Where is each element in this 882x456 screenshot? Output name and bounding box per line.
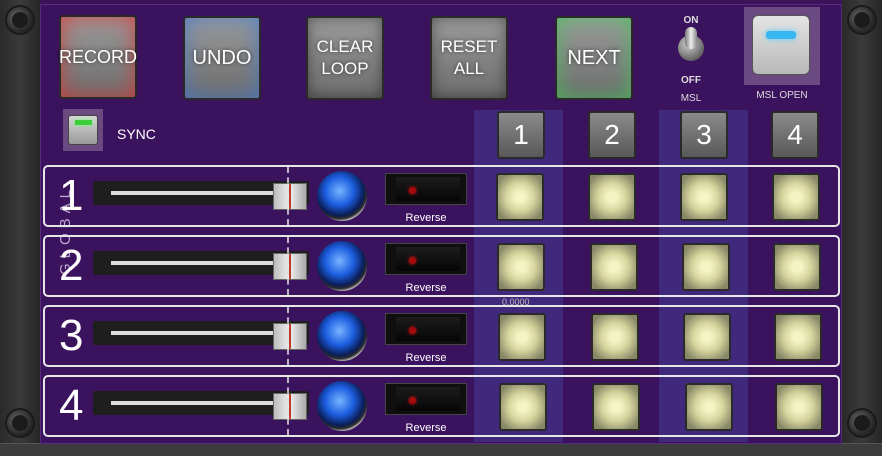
reverse-switch[interactable] <box>385 173 467 205</box>
clear-loop-label-1: CLEAR <box>316 37 374 56</box>
module-rack: GLOBAL RECORD UNDO CLEAR LOOP RESET ALL NE… <box>0 0 882 456</box>
blue-led-icon <box>317 171 367 221</box>
reverse-switch[interactable] <box>385 383 467 415</box>
pad-4-3[interactable] <box>685 383 733 431</box>
pad-4-4[interactable] <box>775 383 823 431</box>
msl-open-led-icon <box>766 31 796 39</box>
msl-open-button[interactable] <box>752 15 810 75</box>
clear-loop-button[interactable]: CLEAR LOOP <box>306 16 384 100</box>
blue-led-icon <box>317 311 367 361</box>
reverse-switch-body <box>396 317 460 341</box>
pad-3-2[interactable] <box>591 313 639 361</box>
column-header-4[interactable]: 4 <box>771 111 819 159</box>
dashed-marker <box>287 237 289 295</box>
next-label: NEXT <box>567 47 621 69</box>
sync-label: SYNC <box>117 126 156 142</box>
track-level-slider[interactable] <box>93 391 309 420</box>
track-number: 1 <box>59 171 84 220</box>
reverse-label: Reverse <box>405 282 447 294</box>
bottom-bar <box>0 443 882 456</box>
clear-loop-label-2: LOOP <box>321 59 369 78</box>
reverse-switch-body <box>396 177 460 201</box>
sync-led-icon <box>75 120 92 125</box>
slider-groove <box>111 191 283 195</box>
reverse-label: Reverse <box>405 352 447 364</box>
track-number: 2 <box>59 241 84 290</box>
reset-all-button[interactable]: RESET ALL <box>430 16 508 100</box>
reverse-switch-body <box>396 247 460 271</box>
blue-led-icon <box>317 241 367 291</box>
rack-screw-icon <box>7 410 33 436</box>
msl-open-bezel <box>744 7 820 85</box>
blue-led-icon <box>317 381 367 431</box>
reset-all-label-1: RESET <box>440 37 498 56</box>
slider-knob[interactable] <box>273 253 307 280</box>
dashed-marker <box>287 167 289 225</box>
pad-2-3[interactable] <box>682 243 730 291</box>
slider-groove <box>111 331 283 335</box>
pad-3-3[interactable] <box>683 313 731 361</box>
rack-screw-icon <box>849 7 875 33</box>
sync-bezel <box>63 109 103 151</box>
column-header-2[interactable]: 2 <box>588 111 636 159</box>
undo-button[interactable]: UNDO <box>183 16 261 100</box>
red-dot-icon <box>409 187 416 194</box>
undo-label: UNDO <box>192 47 252 69</box>
reverse-label: Reverse <box>405 212 447 224</box>
slider-groove <box>111 261 283 265</box>
red-dot-icon <box>409 397 416 404</box>
pad-1-3[interactable] <box>680 173 728 221</box>
next-button[interactable]: NEXT <box>555 16 633 100</box>
rack-screw-icon <box>7 7 33 33</box>
track-level-slider[interactable] <box>93 181 309 210</box>
pad-2-1[interactable] <box>497 243 545 291</box>
track-number: 3 <box>59 311 84 360</box>
msl-toggle-switch[interactable]: ON OFF <box>673 13 709 86</box>
track-row-4: 4 Reverse <box>43 375 840 437</box>
msl-off-label: OFF <box>681 75 701 86</box>
reverse-label: Reverse <box>405 422 447 434</box>
reverse-switch[interactable] <box>385 243 467 275</box>
slider-knob[interactable] <box>273 183 307 210</box>
track-row-2: 2 Reverse <box>43 235 840 297</box>
reverse-switch[interactable] <box>385 313 467 345</box>
pad-1-2[interactable] <box>588 173 636 221</box>
rack-screw-icon <box>849 410 875 436</box>
track-level-slider[interactable] <box>93 251 309 280</box>
looper-panel: GLOBAL RECORD UNDO CLEAR LOOP RESET ALL NE… <box>40 4 842 444</box>
pad-1-4[interactable] <box>772 173 820 221</box>
column-header-1[interactable]: 1 <box>497 111 545 159</box>
slider-groove <box>111 401 283 405</box>
reverse-switch-body <box>396 387 460 411</box>
slider-knob[interactable] <box>273 393 307 420</box>
pad-4-1[interactable] <box>499 383 547 431</box>
sync-button[interactable] <box>68 115 98 145</box>
pad-4-2[interactable] <box>592 383 640 431</box>
record-label: RECORD <box>59 47 138 67</box>
track-row-1: 1 Reverse <box>43 165 840 227</box>
pad-1-1[interactable] <box>496 173 544 221</box>
track-level-slider[interactable] <box>93 321 309 350</box>
dashed-marker <box>287 377 289 435</box>
msl-open-label: MSL OPEN <box>756 90 808 101</box>
record-button[interactable]: RECORD <box>59 15 137 99</box>
column-header-3[interactable]: 3 <box>680 111 728 159</box>
msl-label: MSL <box>680 93 702 104</box>
slider-knob[interactable] <box>273 323 307 350</box>
toggle-lever-icon <box>685 27 697 49</box>
red-dot-icon <box>409 327 416 334</box>
right-rack-rail <box>842 0 882 456</box>
track-row-3: 3 Reverse <box>43 305 840 367</box>
pad-3-1[interactable] <box>498 313 546 361</box>
pad-readout: 0.0000 <box>502 297 530 307</box>
dashed-marker <box>287 307 289 365</box>
red-dot-icon <box>409 257 416 264</box>
msl-on-label: ON <box>683 15 699 26</box>
pad-2-2[interactable] <box>590 243 638 291</box>
pad-3-4[interactable] <box>774 313 822 361</box>
reset-all-label-2: ALL <box>453 59 485 78</box>
track-number: 4 <box>59 381 84 430</box>
pad-2-4[interactable] <box>773 243 821 291</box>
